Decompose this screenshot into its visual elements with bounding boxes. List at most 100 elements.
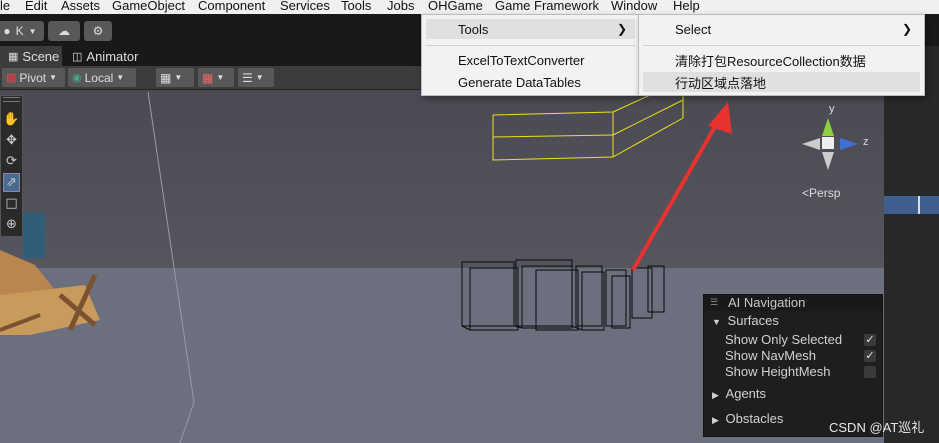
menu-separator — [643, 45, 920, 46]
local-icon: ◉ — [72, 72, 82, 84]
sky-patch — [23, 213, 45, 258]
menu-component[interactable]: Component — [198, 0, 265, 13]
menu-jobs[interactable]: Jobs — [387, 0, 414, 13]
menu-item-excel-to-text-converter[interactable]: ExcelToTextConverter — [426, 50, 635, 70]
gear-icon: ⚙ — [92, 24, 104, 38]
drag-handle[interactable] — [3, 97, 20, 102]
pivot-label: Pivot — [19, 70, 47, 85]
scene-tools-palette: ✋ ✥ ⟳ ⇗ □ ⊕ — [0, 95, 23, 237]
submenu-item-select-label: Select — [675, 21, 712, 37]
surfaces-foldout[interactable]: ▼ Surfaces — [712, 313, 779, 328]
grid-icon: ▦ — [8, 50, 19, 63]
chevron-down-icon: ▼ — [174, 73, 183, 82]
grid-snap-dropdown[interactable]: ▦ ▼ — [198, 68, 234, 87]
yellow-wireframe-box — [492, 90, 684, 161]
cloud-icon: ☁ — [58, 24, 70, 38]
move-tool-button[interactable]: ✥ — [3, 131, 20, 150]
inspector-panel-edge — [884, 46, 939, 443]
cloud-button[interactable]: ☁ — [48, 21, 80, 41]
gizmo-center-cube — [822, 137, 834, 149]
menu-window[interactable]: Window — [611, 0, 657, 13]
chevron-right-icon: ▶ — [712, 390, 719, 400]
menu-ohgame[interactable]: OHGame — [428, 0, 483, 13]
menu-separator — [426, 45, 635, 46]
menu-services[interactable]: Services — [280, 0, 330, 13]
tab-animator[interactable]: ◫ Animator — [64, 46, 144, 66]
move-icon: ✥ — [6, 133, 17, 148]
chevron-right-icon: ▶ — [712, 415, 719, 425]
drag-handle-icon: ☰ — [710, 297, 719, 307]
chevron-down-icon: ▼ — [712, 317, 721, 327]
chevron-down-icon: ▼ — [255, 73, 264, 82]
ai-nav-header[interactable]: ☰ AI Navigation — [704, 295, 882, 311]
tab-scene[interactable]: ▦ Scene — [0, 46, 62, 66]
chevron-down-icon: ▼ — [216, 73, 225, 82]
show-navmesh-checkbox[interactable]: ✓ — [864, 350, 876, 362]
menu-item-tools-label: Tools — [458, 21, 489, 37]
rotate-tool-button[interactable]: ⟳ — [3, 152, 20, 171]
tools-submenu: Select ❯ 清除打包ResourceCollection数据 行动区域点落… — [638, 14, 925, 96]
hand-tool-button[interactable]: ✋ — [3, 110, 20, 129]
gizmo-neg-z-cone — [802, 138, 820, 150]
menu-game-framework[interactable]: Game Framework — [495, 0, 599, 13]
menu-help[interactable]: Help — [673, 0, 700, 13]
submenu-item-action-area-land[interactable]: 行动区域点落地 — [643, 72, 920, 92]
menu-gameobject[interactable]: GameObject — [112, 0, 185, 13]
option-show-navmesh-label: Show NavMesh — [725, 348, 817, 363]
gizmo-y-label: y — [829, 103, 835, 115]
animator-icon: ◫ — [72, 50, 83, 63]
persp-label: Persp — [809, 186, 841, 200]
rect-tool-button[interactable]: □ — [3, 194, 20, 213]
menu-item-tools[interactable]: Tools ❯ — [426, 19, 635, 39]
account-button[interactable]: ● K ▼ — [0, 21, 44, 41]
persp-icon: < — [802, 186, 810, 200]
menubar: le Edit Assets GameObject Component Serv… — [0, 0, 939, 14]
chevron-down-icon: ▼ — [28, 26, 37, 36]
menu-assets[interactable]: Assets — [61, 0, 100, 13]
tab-scene-label: Scene — [22, 48, 60, 64]
persp-toggle[interactable]: <Persp — [802, 186, 840, 200]
submenu-item-clear-resource-collection[interactable]: 清除打包ResourceCollection数据 — [643, 50, 920, 70]
pivot-dropdown[interactable]: ▧ Pivot ▼ — [2, 68, 65, 87]
obstacles-label: Obstacles — [725, 411, 784, 426]
transform-icon: ⊕ — [6, 217, 17, 232]
account-icon: ● — [3, 24, 11, 38]
transform-tool-button[interactable]: ⊕ — [3, 215, 20, 234]
orientation-gizmo[interactable]: y z <Persp — [790, 100, 880, 210]
chevron-down-icon: ▼ — [49, 73, 58, 82]
chevron-right-icon: ❯ — [901, 22, 912, 36]
text-cursor — [918, 196, 920, 214]
tab-animator-label: Animator — [86, 48, 139, 64]
chevron-right-icon: ❯ — [616, 22, 627, 36]
menu-file[interactable]: le — [0, 0, 10, 13]
gizmo-neg-y-cone — [822, 152, 834, 170]
local-dropdown[interactable]: ◉ Local ▼ — [68, 68, 136, 87]
rect-icon: □ — [5, 196, 18, 211]
submenu-item-select[interactable]: Select ❯ — [643, 19, 920, 39]
ai-navigation-overlay: ☰ AI Navigation ▼ Surfaces Show Only Sel… — [703, 294, 883, 437]
rotate-icon: ⟳ — [6, 154, 17, 169]
menu-item-generate-label: Generate DataTables — [458, 74, 581, 90]
submenu-item-action-area-label: 行动区域点落地 — [675, 75, 767, 91]
grid-visibility-dropdown[interactable]: ▦ ▼ — [156, 68, 194, 87]
show-heightmesh-checkbox[interactable] — [864, 366, 876, 378]
show-only-selected-checkbox[interactable]: ✓ — [864, 334, 876, 346]
black-wireframe-boxes — [461, 259, 665, 331]
grid-snap-icon: ▦ — [202, 70, 214, 85]
collab-settings-button[interactable]: ⚙ — [84, 21, 112, 41]
scale-tool-button[interactable]: ⇗ — [3, 173, 20, 192]
obstacles-foldout[interactable]: ▶ Obstacles — [712, 411, 783, 426]
ohgame-menu: Tools ❯ ExcelToTextConverter Generate Da… — [421, 14, 640, 96]
option-show-only-selected-label: Show Only Selected — [725, 332, 843, 347]
increment-snap-dropdown[interactable]: ☰ ▼ — [238, 68, 274, 87]
red-annotation-arrow — [631, 102, 732, 271]
agents-foldout[interactable]: ▶ Agents — [712, 386, 766, 401]
increment-snap-icon: ☰ — [242, 70, 253, 85]
menu-item-generate-datatables[interactable]: Generate DataTables — [426, 72, 635, 92]
menu-tools[interactable]: Tools — [341, 0, 371, 13]
selected-row-highlight — [884, 196, 939, 214]
menu-edit[interactable]: Edit — [25, 0, 47, 13]
submenu-item-clear-label: 清除打包ResourceCollection数据 — [675, 53, 866, 69]
local-label: Local — [84, 70, 114, 85]
option-show-heightmesh-label: Show HeightMesh — [725, 364, 831, 379]
